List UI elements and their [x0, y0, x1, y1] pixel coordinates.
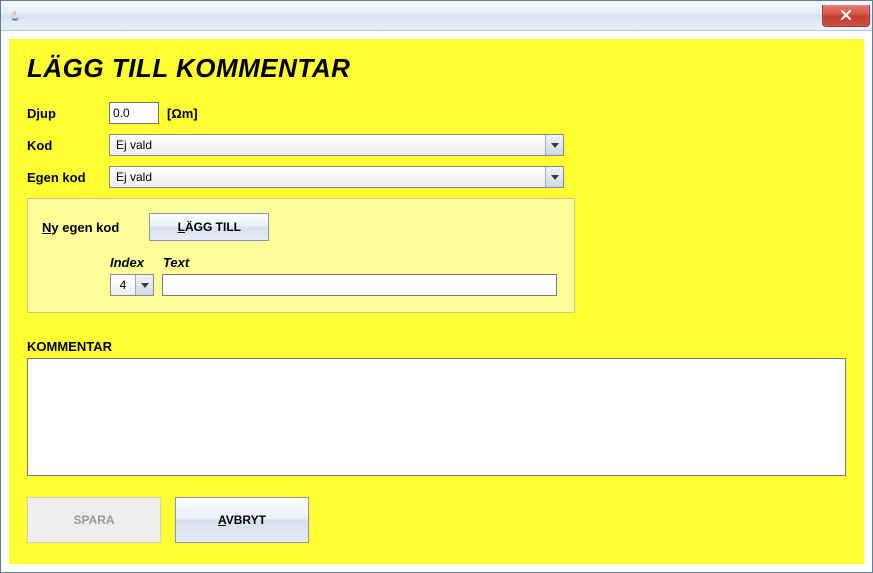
chevron-down-icon [545, 135, 563, 155]
new-own-code-label: Ny egen kod [42, 220, 119, 235]
own-code-label: Egen kod [27, 170, 109, 185]
comment-textarea[interactable] [27, 358, 846, 476]
client-area: LÄGG TILL KOMMENTAR Djup [Ωm] Kod Ej val… [1, 31, 872, 572]
page-title: LÄGG TILL KOMMENTAR [27, 53, 846, 84]
new-own-code-panel: Ny egen kod LÄGG TILL Index Text 4 [27, 198, 575, 313]
own-code-selected: Ej vald [110, 167, 545, 187]
depth-input[interactable] [109, 102, 159, 124]
row-own-code: Egen kod Ej vald [27, 166, 846, 188]
index-selected: 4 [111, 275, 135, 295]
code-select[interactable]: Ej vald [109, 134, 564, 156]
dialog-buttons: SPARA AVBRYT [27, 497, 846, 543]
titlebar [1, 1, 872, 31]
close-button[interactable] [822, 5, 870, 27]
index-header: Index [110, 255, 144, 270]
main-panel: LÄGG TILL KOMMENTAR Djup [Ωm] Kod Ej val… [9, 39, 864, 564]
comment-label: KOMMENTAR [27, 339, 846, 354]
row-depth: Djup [Ωm] [27, 102, 846, 124]
code-label: Kod [27, 138, 109, 153]
depth-unit: [Ωm] [167, 106, 198, 121]
depth-label: Djup [27, 106, 109, 121]
new-code-headers: Index Text [110, 255, 560, 270]
java-icon [7, 8, 23, 24]
dialog-window: LÄGG TILL KOMMENTAR Djup [Ωm] Kod Ej val… [0, 0, 873, 573]
own-code-select[interactable]: Ej vald [109, 166, 564, 188]
text-header: Text [163, 255, 189, 270]
new-code-text-input[interactable] [162, 274, 557, 296]
cancel-button[interactable]: AVBRYT [175, 497, 309, 543]
row-code: Kod Ej vald [27, 134, 846, 156]
add-button[interactable]: LÄGG TILL [149, 213, 269, 241]
code-selected: Ej vald [110, 135, 545, 155]
chevron-down-icon [545, 167, 563, 187]
save-button[interactable]: SPARA [27, 497, 161, 543]
index-select[interactable]: 4 [110, 274, 154, 296]
chevron-down-icon [135, 275, 153, 295]
